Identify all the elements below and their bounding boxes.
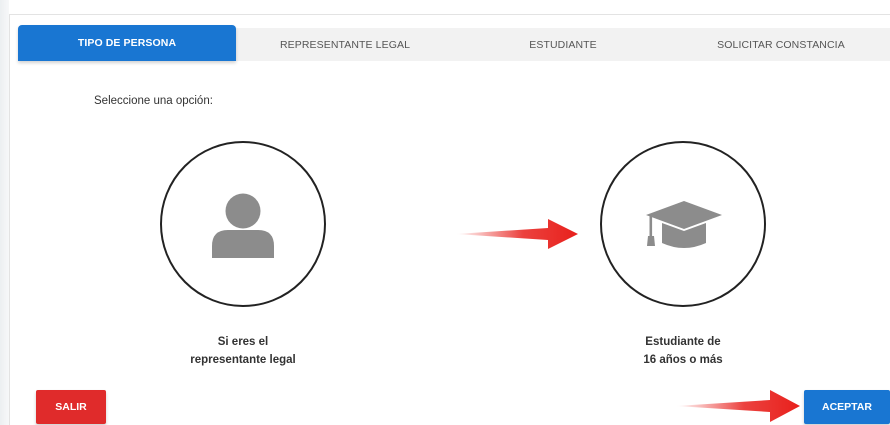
caption-line: representante legal xyxy=(190,354,296,366)
caption-line: Estudiante de xyxy=(645,336,721,348)
step-tabs: TIPO DE PERSONA REPRESENTANTE LEGAL ESTU… xyxy=(18,25,890,61)
tab-solicitar-constancia[interactable]: SOLICITAR CONSTANCIA xyxy=(672,28,890,61)
tab-estudiante[interactable]: ESTUDIANTE xyxy=(454,28,672,61)
accept-button[interactable]: ACEPTAR xyxy=(804,390,890,424)
option-representante-legal[interactable] xyxy=(160,141,326,307)
instruction-text: Seleccione una opción: xyxy=(94,95,213,107)
caption-line: Si eres el xyxy=(217,336,269,348)
tab-representante-legal[interactable]: REPRESENTANTE LEGAL xyxy=(236,28,454,61)
person-icon xyxy=(212,193,274,258)
caption-line: 16 años o más xyxy=(643,354,723,366)
red-arrow-icon xyxy=(676,390,800,422)
red-arrow-icon xyxy=(456,219,578,249)
option-caption-estudiante: Estudiante de 16 años o más xyxy=(583,333,783,369)
graduation-cap-icon xyxy=(646,201,722,248)
left-edge xyxy=(0,0,9,425)
option-caption-representante: Si eres el representante legal xyxy=(143,333,343,369)
option-estudiante[interactable] xyxy=(600,141,766,307)
exit-button[interactable]: SALIR xyxy=(36,390,106,424)
tab-tipo-de-persona[interactable]: TIPO DE PERSONA xyxy=(18,25,236,61)
